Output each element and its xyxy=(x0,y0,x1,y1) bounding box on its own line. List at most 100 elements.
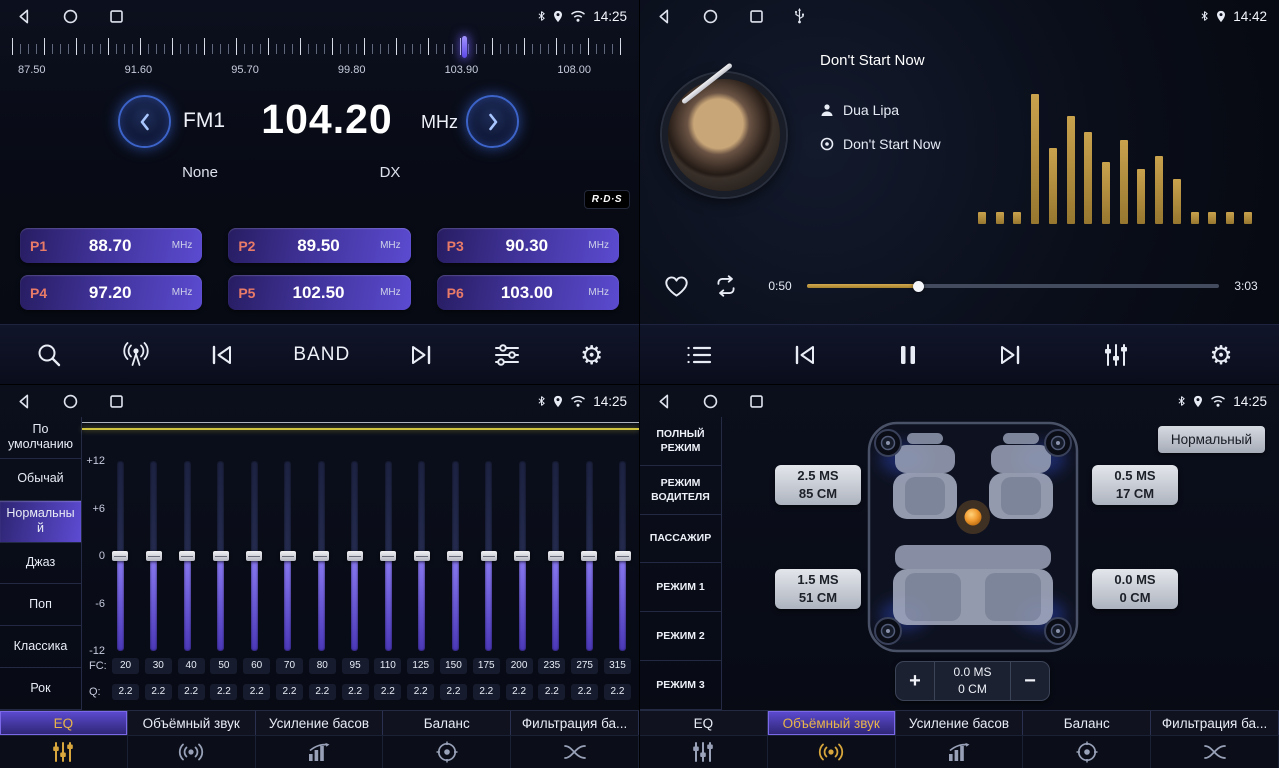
recents-button[interactable] xyxy=(108,393,125,410)
surround-icon[interactable] xyxy=(768,736,896,768)
tab-1[interactable]: EQ xyxy=(0,711,128,735)
slider-handle[interactable] xyxy=(112,551,128,561)
slider-handle[interactable] xyxy=(447,551,463,561)
increase-button[interactable]: + xyxy=(896,662,934,700)
eq-band-slider-150hz[interactable] xyxy=(447,461,463,651)
tab-3[interactable]: Усиление басов xyxy=(256,711,384,735)
next-track-button[interactable] xyxy=(998,344,1022,366)
decrease-button[interactable]: − xyxy=(1011,662,1049,700)
front-left-delay[interactable]: 2.5 MS 85 CM xyxy=(775,465,861,505)
eq-preset-2[interactable]: Обычай xyxy=(0,459,81,501)
back-button[interactable] xyxy=(656,393,673,410)
tab-2[interactable]: Объёмный звук xyxy=(768,711,896,735)
field-mode-3[interactable]: ПАССАЖИР xyxy=(640,515,721,564)
tab-4[interactable]: Баланс xyxy=(1023,711,1151,735)
slider-handle[interactable] xyxy=(548,551,564,561)
slider-handle[interactable] xyxy=(514,551,530,561)
eq-band-slider-80hz[interactable] xyxy=(313,461,329,651)
slider-handle[interactable] xyxy=(615,551,631,561)
slider-handle[interactable] xyxy=(280,551,296,561)
field-mode-6[interactable]: РЕЖИМ 3 xyxy=(640,661,721,710)
tune-down-button[interactable] xyxy=(118,95,171,148)
eq-band-slider-175hz[interactable] xyxy=(481,461,497,651)
equalizer-button[interactable] xyxy=(493,343,521,367)
preset-p6-button[interactable]: P6103.00MHz xyxy=(437,275,619,310)
field-mode-1[interactable]: ПОЛНЫЙ РЕЖИМ xyxy=(640,417,721,466)
eq-preset-1[interactable]: По умолчанию xyxy=(0,417,81,459)
eq-preset-5[interactable]: Поп xyxy=(0,584,81,626)
eq-band-slider-275hz[interactable] xyxy=(581,461,597,651)
recents-button[interactable] xyxy=(748,393,765,410)
field-mode-4[interactable]: РЕЖИМ 1 xyxy=(640,563,721,612)
repeat-button[interactable] xyxy=(713,275,739,297)
balance-icon[interactable] xyxy=(1023,736,1151,768)
pause-button[interactable] xyxy=(898,344,918,366)
back-button[interactable] xyxy=(16,393,33,410)
eq-band-slider-125hz[interactable] xyxy=(414,461,430,651)
eq-band-slider-235hz[interactable] xyxy=(548,461,564,651)
preset-p1-button[interactable]: P188.70MHz xyxy=(20,228,202,263)
eq-preset-6[interactable]: Классика xyxy=(0,626,81,668)
tab-1[interactable]: EQ xyxy=(640,711,768,735)
eq-band-slider-40hz[interactable] xyxy=(179,461,195,651)
front-right-delay[interactable]: 0.5 MS 17 CM xyxy=(1092,465,1178,505)
equalizer-icon[interactable] xyxy=(640,736,768,768)
profile-button[interactable]: Нормальный xyxy=(1158,426,1265,453)
recents-button[interactable] xyxy=(108,8,125,25)
frequency-ruler[interactable] xyxy=(12,36,627,60)
surround-icon[interactable] xyxy=(128,736,256,768)
playlist-button[interactable] xyxy=(686,345,712,365)
settings-button[interactable]: ⚙︎ xyxy=(580,342,603,368)
eq-band-slider-60hz[interactable] xyxy=(246,461,262,651)
preset-p4-button[interactable]: P497.20MHz xyxy=(20,275,202,310)
eq-preset-3[interactable]: Нормальный xyxy=(0,501,81,543)
slider-handle[interactable] xyxy=(179,551,195,561)
home-button[interactable] xyxy=(62,8,79,25)
eq-band-slider-95hz[interactable] xyxy=(347,461,363,651)
next-station-button[interactable] xyxy=(409,344,433,366)
slider-handle[interactable] xyxy=(481,551,497,561)
home-button[interactable] xyxy=(62,393,79,410)
slider-handle[interactable] xyxy=(380,551,396,561)
back-button[interactable] xyxy=(656,8,673,25)
progress-handle[interactable] xyxy=(913,281,924,292)
eq-band-slider-200hz[interactable] xyxy=(514,461,530,651)
tab-2[interactable]: Объёмный звук xyxy=(128,711,256,735)
preset-p5-button[interactable]: P5102.50MHz xyxy=(228,275,410,310)
slider-handle[interactable] xyxy=(146,551,162,561)
bass-boost-icon[interactable] xyxy=(256,736,384,768)
eq-band-slider-30hz[interactable] xyxy=(146,461,162,651)
recents-button[interactable] xyxy=(748,8,765,25)
broadcast-button[interactable] xyxy=(121,342,151,367)
previous-track-button[interactable] xyxy=(793,344,817,366)
eq-band-slider-50hz[interactable] xyxy=(213,461,229,651)
eq-band-slider-315hz[interactable] xyxy=(615,461,631,651)
band-button[interactable]: BAND xyxy=(293,344,350,366)
equalizer-button[interactable] xyxy=(1103,343,1129,367)
preset-p3-button[interactable]: P390.30MHz xyxy=(437,228,619,263)
balance-icon[interactable] xyxy=(383,736,511,768)
eq-preset-7[interactable]: Рок xyxy=(0,668,81,710)
slider-handle[interactable] xyxy=(347,551,363,561)
back-button[interactable] xyxy=(16,8,33,25)
rear-left-delay[interactable]: 1.5 MS 51 CM xyxy=(775,569,861,609)
settings-button[interactable]: ⚙︎ xyxy=(1209,342,1232,368)
field-mode-2[interactable]: РЕЖИМ ВОДИТЕЛЯ xyxy=(640,466,721,515)
bass-boost-icon[interactable] xyxy=(896,736,1024,768)
slider-handle[interactable] xyxy=(246,551,262,561)
eq-band-slider-70hz[interactable] xyxy=(280,461,296,651)
filter-icon[interactable] xyxy=(1151,736,1279,768)
field-mode-5[interactable]: РЕЖИМ 2 xyxy=(640,612,721,661)
rear-right-delay[interactable]: 0.0 MS 0 CM xyxy=(1092,569,1178,609)
scan-button[interactable] xyxy=(36,342,62,368)
previous-station-button[interactable] xyxy=(210,344,234,366)
tune-up-button[interactable] xyxy=(466,95,519,148)
slider-handle[interactable] xyxy=(213,551,229,561)
filter-icon[interactable] xyxy=(511,736,639,768)
eq-band-slider-110hz[interactable] xyxy=(380,461,396,651)
equalizer-icon[interactable] xyxy=(0,736,128,768)
home-button[interactable] xyxy=(702,8,719,25)
tab-5[interactable]: Фильтрация ба... xyxy=(511,711,639,735)
preset-p2-button[interactable]: P289.50MHz xyxy=(228,228,410,263)
tab-3[interactable]: Усиление басов xyxy=(896,711,1024,735)
